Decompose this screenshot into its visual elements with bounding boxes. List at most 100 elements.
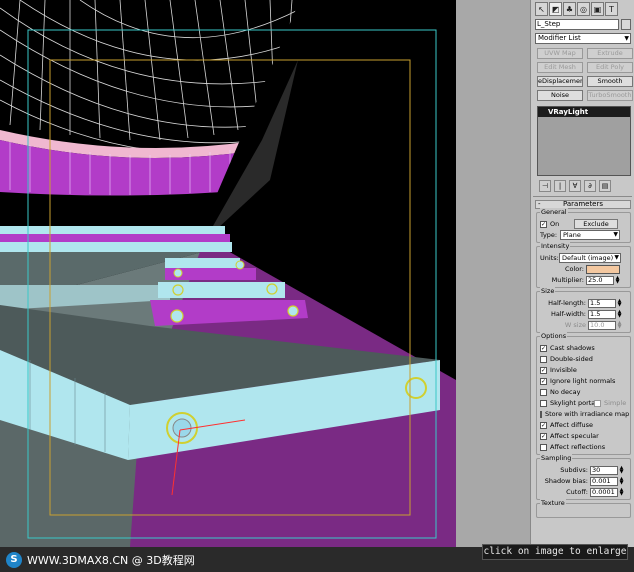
spinner-arrows-icon[interactable]: ▲ ▼ bbox=[619, 465, 624, 475]
cutoff-spinner[interactable]: 0.0001 ▲ ▼ bbox=[590, 487, 624, 497]
group-label: Intensity bbox=[540, 242, 571, 250]
extrude-button[interactable]: Extrude bbox=[587, 48, 633, 59]
type-dropdown[interactable]: Plane ▼ bbox=[560, 230, 620, 240]
modifier-list-dropdown[interactable]: Modifier List ▼ bbox=[535, 33, 631, 44]
make-unique-icon[interactable]: ∀ bbox=[569, 180, 581, 192]
spinner-arrows-icon[interactable]: ▲ ▼ bbox=[619, 476, 624, 486]
half-length-label: Half-length: bbox=[548, 299, 586, 307]
edit-mesh-button[interactable]: Edit Mesh bbox=[537, 62, 583, 73]
half-width-label: Half-width: bbox=[550, 310, 586, 318]
create-icon[interactable]: ↖ bbox=[535, 2, 548, 16]
skylight-portal-label: Skylight portal bbox=[550, 399, 598, 407]
subdivs-spinner[interactable]: 30 ▲ ▼ bbox=[590, 465, 624, 475]
multiplier-label: Multiplier: bbox=[551, 276, 584, 284]
general-group: General ✓ On Exclude Type: Plane ▼ bbox=[536, 208, 631, 243]
cutoff-value[interactable]: 0.0001 bbox=[590, 487, 618, 497]
on-checkbox[interactable]: ✓ bbox=[540, 220, 547, 228]
motion-icon[interactable]: ◎ bbox=[577, 2, 590, 16]
spinner-arrows-icon[interactable]: ▲ ▼ bbox=[615, 275, 620, 285]
multiplier-spinner[interactable]: 25.0 ▲ ▼ bbox=[586, 275, 620, 285]
cast-shadows-checkbox[interactable]: ✓ bbox=[540, 344, 547, 352]
half-width-value[interactable]: 1.5 bbox=[588, 309, 616, 319]
half-length-spinner[interactable]: 1.5 ▲ ▼ bbox=[588, 298, 622, 308]
simple-checkbox bbox=[594, 399, 601, 407]
units-value: Default (image) bbox=[562, 254, 614, 262]
rollout-title: Parameters bbox=[562, 200, 604, 208]
stack-toolbar: ⊣ | ∀ ∂ ▤ bbox=[539, 180, 634, 192]
uvw-map-button[interactable]: UVW Map bbox=[537, 48, 583, 59]
viewport-gutter bbox=[456, 0, 530, 547]
ignore-light-normals-label: Ignore light normals bbox=[550, 377, 616, 385]
stack-item-vraylight[interactable]: VRayLight bbox=[538, 107, 630, 117]
remove-modifier-icon[interactable]: ∂ bbox=[584, 180, 596, 192]
half-length-value[interactable]: 1.5 bbox=[588, 298, 616, 308]
group-label: General bbox=[540, 208, 568, 216]
shadow-bias-value[interactable]: 0.001 bbox=[590, 476, 618, 486]
color-label: Color: bbox=[564, 265, 584, 273]
invisible-checkbox[interactable]: ✓ bbox=[540, 366, 547, 374]
group-label: Size bbox=[540, 287, 556, 295]
store-irradiance-label: Store with irradiance map bbox=[545, 410, 630, 418]
modifier-stack[interactable]: VRayLight bbox=[537, 106, 631, 176]
on-label: On bbox=[550, 220, 560, 228]
options-group: Options ✓ Cast shadows Double-sided ✓ Invi… bbox=[536, 332, 631, 455]
hierarchy-icon[interactable]: ♣ bbox=[563, 2, 576, 16]
type-label: Type: bbox=[540, 231, 558, 239]
screen: ↖ ◩ ♣ ◎ ▣ T L_Step Modifier List ▼ UVW M… bbox=[0, 0, 634, 572]
noise-button[interactable]: Noise bbox=[537, 90, 583, 101]
half-width-spinner[interactable]: 1.5 ▲ ▼ bbox=[588, 309, 622, 319]
smooth-button[interactable]: Smooth bbox=[587, 76, 633, 87]
configure-sets-icon[interactable]: ▤ bbox=[599, 180, 611, 192]
type-value: Plane bbox=[563, 231, 581, 239]
affect-diffuse-label: Affect diffuse bbox=[550, 421, 594, 429]
invisible-label: Invisible bbox=[550, 366, 577, 374]
simple-label: Simple bbox=[604, 399, 627, 407]
affect-diffuse-checkbox[interactable]: ✓ bbox=[540, 421, 547, 429]
shadow-bias-label: Shadow bias: bbox=[544, 477, 588, 485]
skylight-portal-checkbox[interactable] bbox=[540, 399, 547, 407]
affect-specular-checkbox[interactable]: ✓ bbox=[540, 432, 547, 440]
watermark: S WWW.3DMAX8.CN @ 3D教程网 bbox=[6, 547, 195, 572]
display-icon[interactable]: ▣ bbox=[591, 2, 604, 16]
intensity-group: Intensity Units: Default (image) ▼ Color… bbox=[536, 242, 631, 288]
no-decay-checkbox[interactable] bbox=[540, 388, 547, 396]
light-color-swatch[interactable] bbox=[586, 264, 620, 274]
turbosmooth-button[interactable]: TurboSmooth bbox=[587, 90, 633, 101]
watermark-text: WWW.3DMAX8.CN @ 3D教程网 bbox=[27, 553, 195, 567]
subdivs-label: Subdivs: bbox=[560, 466, 588, 474]
chevron-down-icon: ▼ bbox=[614, 254, 619, 261]
spinner-arrows-icon[interactable]: ▲ ▼ bbox=[617, 298, 622, 308]
shadow-bias-spinner[interactable]: 0.001 ▲ ▼ bbox=[590, 476, 624, 486]
modifier-buttons: UVW Map Extrude Edit Mesh Edit Poly eDis… bbox=[537, 48, 634, 101]
exclude-button[interactable]: Exclude bbox=[574, 219, 618, 229]
collapse-icon: - bbox=[538, 200, 541, 208]
spinner-arrows-icon[interactable]: ▲ ▼ bbox=[617, 309, 622, 319]
cast-shadows-label: Cast shadows bbox=[550, 344, 595, 352]
double-sided-checkbox[interactable] bbox=[540, 355, 547, 363]
modify-icon[interactable]: ◩ bbox=[549, 2, 562, 16]
object-name-field[interactable]: L_Step bbox=[535, 19, 619, 30]
w-size-value: 10.0 bbox=[588, 320, 616, 330]
w-size-spinner: 10.0 ▲ ▼ bbox=[588, 320, 622, 330]
ignore-light-normals-checkbox[interactable]: ✓ bbox=[540, 377, 547, 385]
edisplacement-button[interactable]: eDisplacement bbox=[537, 76, 583, 87]
viewport-scene bbox=[0, 0, 456, 547]
store-irradiance-checkbox[interactable] bbox=[540, 410, 542, 418]
affect-reflections-checkbox[interactable] bbox=[540, 443, 547, 451]
multiplier-value[interactable]: 25.0 bbox=[586, 275, 614, 285]
spinner-arrows-icon[interactable]: ▲ ▼ bbox=[619, 487, 624, 497]
group-label: Sampling bbox=[540, 454, 573, 462]
show-end-result-icon[interactable]: | bbox=[554, 180, 566, 192]
edit-poly-button[interactable]: Edit Poly bbox=[587, 62, 633, 73]
affect-reflections-label: Affect reflections bbox=[550, 443, 606, 451]
size-group: Size Half-length: 1.5 ▲ ▼ Half-width: 1.5… bbox=[536, 287, 631, 333]
pin-stack-icon[interactable]: ⊣ bbox=[539, 180, 551, 192]
units-label: Units: bbox=[540, 254, 559, 262]
enlarge-hint[interactable]: click on image to enlarge bbox=[482, 544, 628, 560]
object-color-swatch[interactable] bbox=[621, 19, 631, 30]
units-dropdown[interactable]: Default (image) ▼ bbox=[559, 253, 621, 263]
utilities-icon[interactable]: T bbox=[605, 2, 618, 16]
subdivs-value[interactable]: 30 bbox=[590, 465, 618, 475]
perspective-viewport[interactable] bbox=[0, 0, 456, 547]
double-sided-label: Double-sided bbox=[550, 355, 593, 363]
